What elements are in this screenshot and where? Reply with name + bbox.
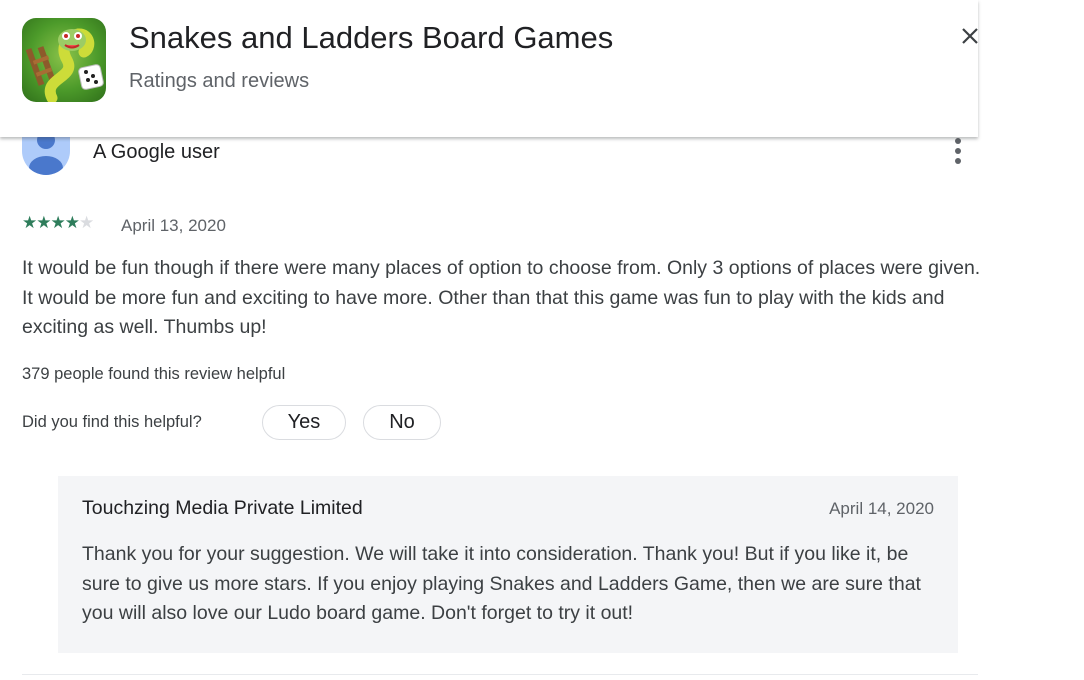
reviewer-name: A Google user	[93, 141, 220, 163]
review-text: It would be fun though if there were man…	[22, 257, 981, 338]
star-filled-icon: ★	[36, 213, 51, 232]
more-vert-icon	[955, 138, 961, 164]
app-title: Snakes and Ladders Board Games	[129, 20, 614, 55]
close-button[interactable]	[955, 22, 985, 52]
user-avatar-icon	[29, 132, 63, 175]
no-button[interactable]: No	[363, 405, 441, 440]
helpful-count: 379 people found this review helpful	[22, 365, 286, 383]
star-filled-icon: ★	[22, 213, 37, 232]
star-empty-icon: ★	[79, 213, 94, 232]
helpful-question: Did you find this helpful?	[22, 413, 202, 431]
close-icon	[962, 28, 978, 44]
star-filled-icon: ★	[64, 213, 80, 232]
yes-button[interactable]: Yes	[262, 405, 346, 440]
avatar	[22, 132, 70, 175]
developer-reply: Touchzing Media Private Limited April 14…	[58, 476, 958, 653]
star-filled-icon: ★	[50, 213, 66, 232]
reply-text: Thank you for your suggestion. We will t…	[82, 543, 921, 624]
dialog-header: Snakes and Ladders Board Games Ratings a…	[0, 0, 978, 137]
page-subtitle: Ratings and reviews	[129, 70, 310, 92]
review-date: April 13, 2020	[121, 216, 226, 235]
review-card: A Google user ★★★★★ April 13, 2020 It wo…	[0, 132, 980, 680]
snake-icon	[25, 28, 104, 102]
more-options-button[interactable]	[946, 137, 970, 165]
star-rating: ★★★★★	[22, 213, 94, 233]
app-icon	[22, 18, 106, 102]
reply-date: April 14, 2020	[829, 499, 934, 518]
divider	[22, 674, 978, 675]
developer-name: Touchzing Media Private Limited	[82, 497, 363, 519]
